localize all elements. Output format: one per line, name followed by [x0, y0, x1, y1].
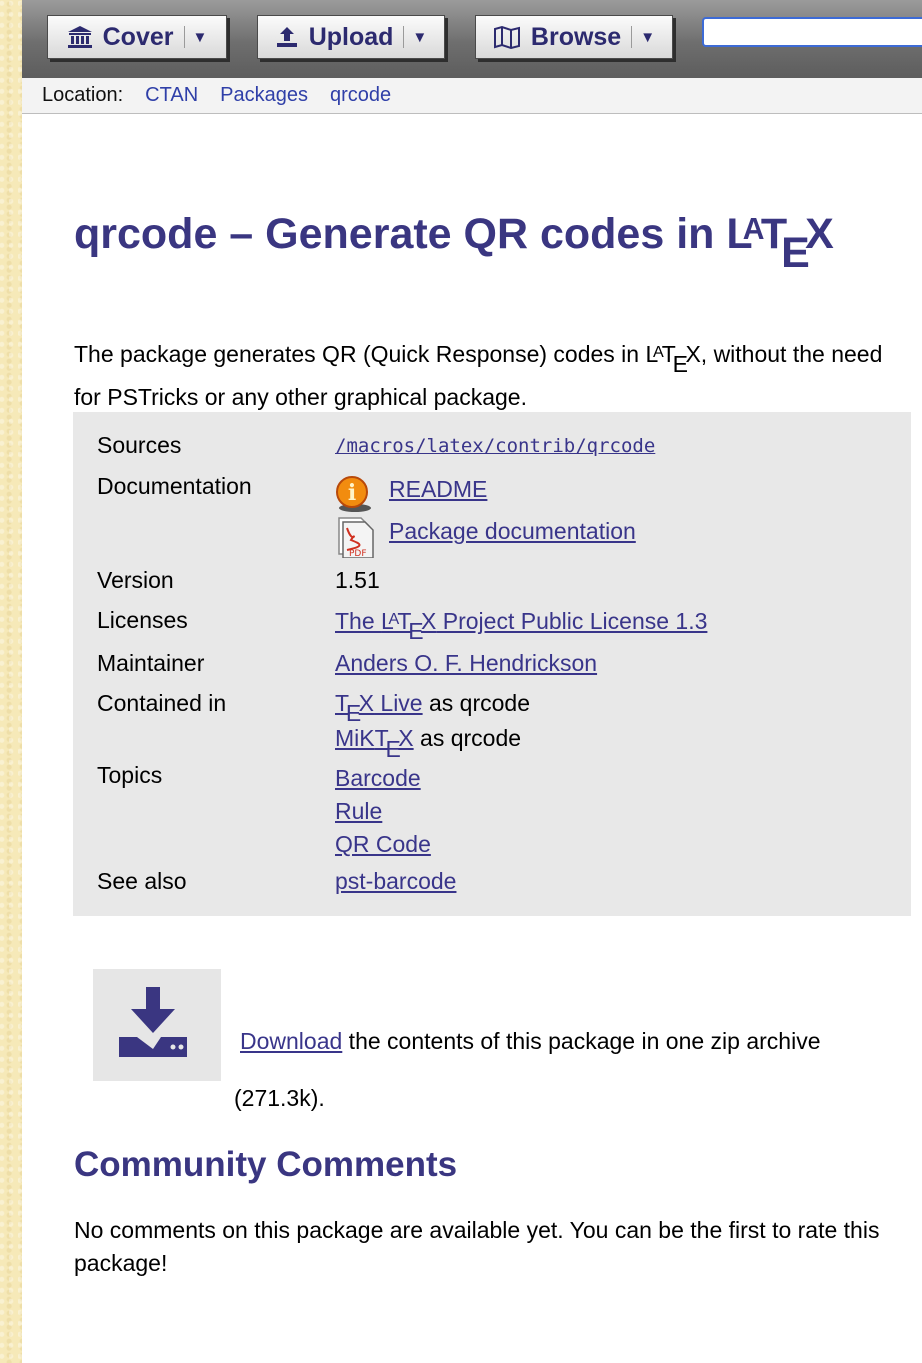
latex-logo: LATEX: [645, 340, 701, 378]
contained-in-list: TEX Live as qrcode MiKTEX as qrcode: [335, 690, 530, 763]
documentation-list: i README PDF Package documentation: [335, 474, 835, 559]
page: Cover ▼ Upload ▼ Browse ▼ Location: CTAN…: [22, 0, 922, 1363]
texlive-link[interactable]: TEX Live: [335, 690, 423, 726]
latex-logo: LATEX: [726, 210, 834, 278]
divider: [631, 26, 633, 48]
download-size: (271.3k).: [234, 1085, 325, 1111]
comments-heading: Community Comments: [74, 1145, 458, 1184]
building-icon: [67, 25, 93, 49]
topics-label: Topics: [97, 762, 163, 788]
topics-list: Barcode Rule QR Code: [335, 762, 431, 861]
maintainer-link[interactable]: Anders O. F. Hendrickson: [335, 650, 597, 677]
download-text: Download the contents of this package in…: [240, 1028, 821, 1054]
download-icon: [117, 985, 197, 1066]
upload-label: Upload: [308, 22, 394, 51]
chevron-down-icon: ▼: [192, 28, 208, 46]
see-also-link[interactable]: pst-barcode: [335, 868, 456, 895]
version-label: Version: [97, 567, 174, 593]
map-icon: [493, 25, 521, 49]
upload-button[interactable]: Upload ▼: [257, 15, 445, 59]
svg-text:i: i: [348, 480, 356, 506]
version-value: 1.51: [335, 567, 380, 593]
topic-barcode-link[interactable]: Barcode: [335, 765, 421, 791]
page-title: qrcode – Generate QR codes in LATEX: [74, 210, 834, 278]
search-input[interactable]: [702, 17, 922, 47]
latex-logo: LATEX: [381, 608, 437, 645]
breadcrumb-ctan[interactable]: CTAN: [145, 84, 198, 107]
upload-icon: [275, 25, 299, 49]
licenses-label: Licenses: [97, 607, 188, 633]
topic-rule-link[interactable]: Rule: [335, 798, 382, 824]
maintainer-label: Maintainer: [97, 650, 205, 676]
chevron-down-icon: ▼: [640, 28, 656, 46]
breadcrumb: Location: CTAN Packages qrcode: [22, 78, 922, 114]
documentation-label: Documentation: [97, 473, 252, 499]
readme-link[interactable]: README: [389, 476, 487, 503]
svg-text:PDF: PDF: [349, 549, 367, 558]
browse-button[interactable]: Browse ▼: [475, 15, 673, 59]
list-item: MiKTEX as qrcode: [335, 725, 522, 762]
browse-label: Browse: [530, 22, 622, 51]
cover-button[interactable]: Cover ▼: [47, 15, 227, 59]
see-also-label: See also: [97, 868, 187, 894]
package-description: The package generates QR (Quick Response…: [74, 340, 883, 411]
contained-in-label: Contained in: [97, 690, 227, 716]
pdf-icon: PDF: [335, 516, 381, 559]
comments-text: No comments on this package are availabl…: [74, 1217, 880, 1276]
divider: [183, 26, 185, 48]
topic-qr-code-link[interactable]: QR Code: [335, 831, 431, 857]
divider: [403, 26, 405, 48]
chevron-down-icon: ▼: [412, 28, 428, 46]
cover-label: Cover: [102, 22, 174, 51]
sources-label: Sources: [97, 432, 182, 458]
download-icon-button[interactable]: [93, 969, 221, 1081]
info-icon: i: [335, 475, 381, 517]
package-info-table: Sources /macros/latex/contrib/qrcode Doc…: [73, 412, 911, 916]
license-link[interactable]: The LATEX Project Public License 1.3: [335, 608, 707, 645]
list-item: TEX Live as qrcode: [335, 690, 531, 727]
package-documentation-link[interactable]: Package documentation: [389, 518, 636, 545]
miktex-link[interactable]: MiKTEX: [335, 725, 414, 761]
breadcrumb-packages[interactable]: Packages: [220, 84, 308, 107]
toolbar: Cover ▼ Upload ▼ Browse ▼: [22, 0, 922, 79]
sources-link[interactable]: /macros/latex/contrib/qrcode: [335, 435, 655, 457]
download-link[interactable]: Download: [240, 1028, 342, 1054]
location-label: Location:: [42, 84, 124, 106]
breadcrumb-qrcode[interactable]: qrcode: [330, 84, 391, 107]
title-text: qrcode – Generate QR codes in: [74, 210, 727, 258]
